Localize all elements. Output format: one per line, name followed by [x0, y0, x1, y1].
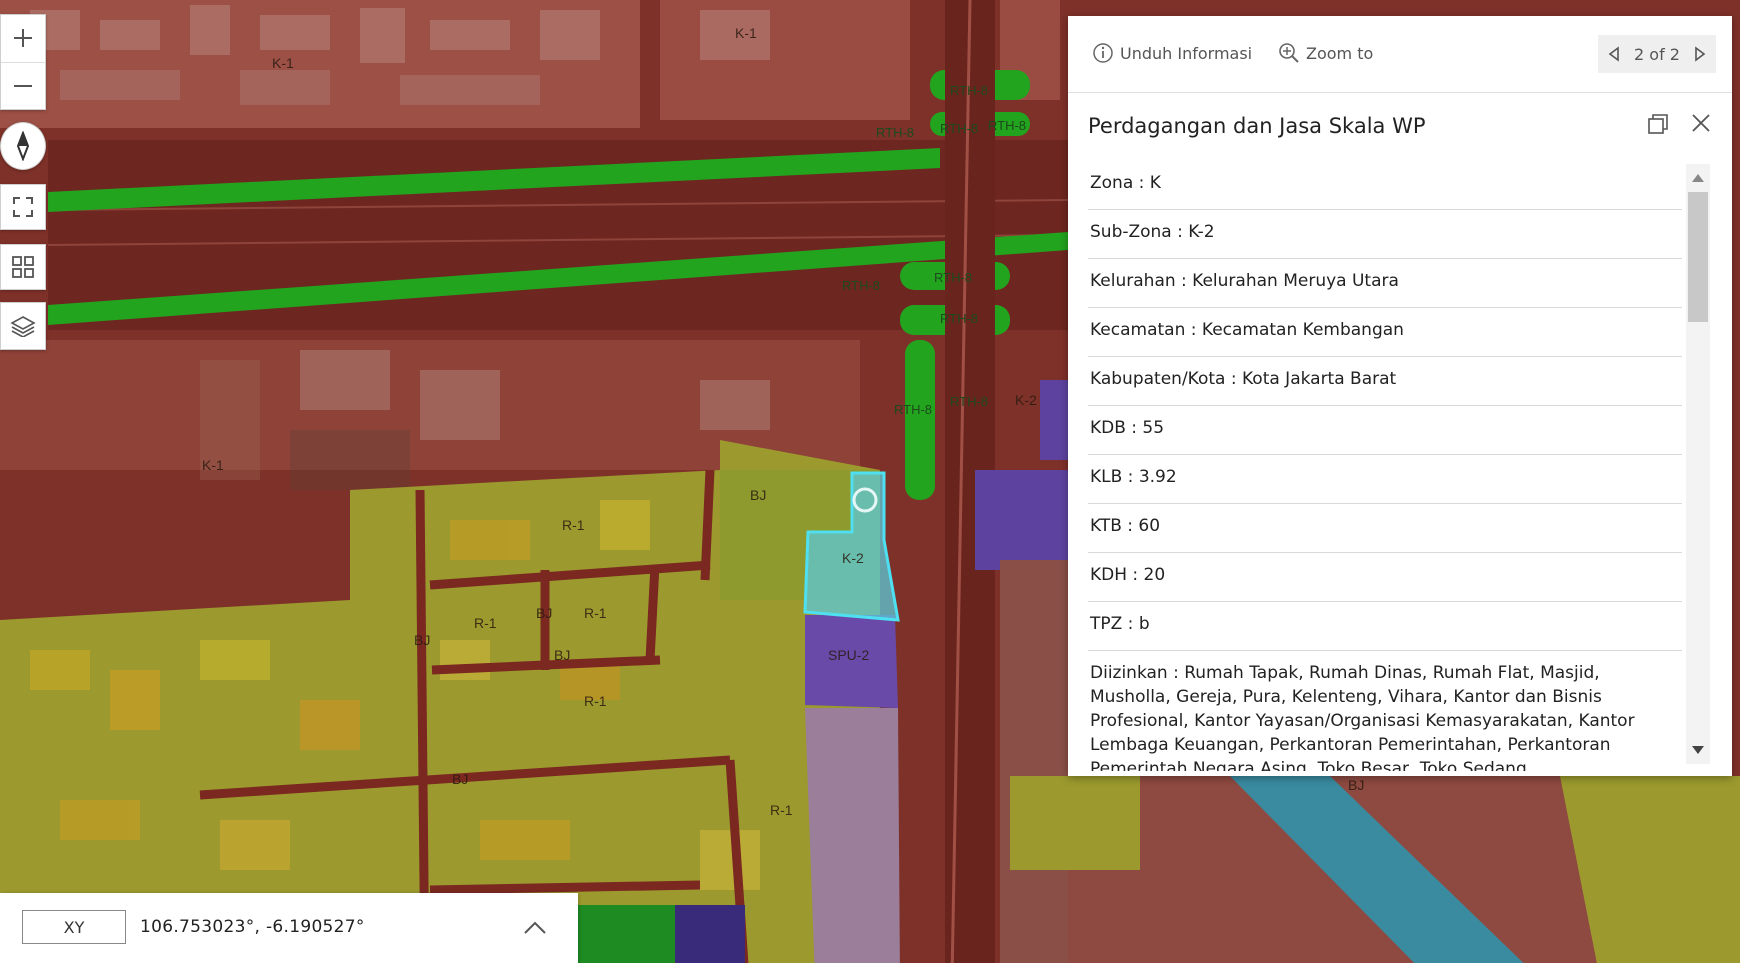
zone-label: K-1: [735, 25, 757, 41]
zone-label: K-1: [202, 457, 224, 473]
layers-icon[interactable]: [0, 302, 46, 350]
zone-label: K-2: [842, 550, 864, 566]
scroll-down-icon[interactable]: [1692, 746, 1704, 754]
zone-label: BJ: [554, 647, 570, 663]
zone-public-east: [975, 470, 1070, 570]
coordinate-readout: 106.753023°, -6.190527°: [140, 917, 365, 937]
scroll-up-icon[interactable]: [1692, 174, 1704, 182]
attribute-row: KDH : 20: [1088, 553, 1682, 602]
zone-label: K-2: [1015, 392, 1037, 408]
zoom-to-button[interactable]: Zoom to: [1278, 42, 1373, 64]
attribute-row: Zona : K: [1088, 161, 1682, 210]
zone-label: RTH-8: [950, 83, 988, 98]
download-info-button[interactable]: Unduh Informasi: [1092, 42, 1252, 64]
permitted-uses: Diizinkan : Rumah Tapak, Rumah Dinas, Ru…: [1090, 663, 1635, 771]
zone-label: R-1: [474, 615, 497, 631]
zone-label: R-1: [770, 802, 793, 818]
zone-lavender: [805, 708, 900, 979]
zone-label: R-1: [584, 693, 607, 709]
zone-label: K-1: [272, 55, 294, 71]
attribute-row: KLB : 3.92: [1088, 455, 1682, 504]
pager-text: 2 of 2: [1634, 44, 1680, 64]
zone-residential-mid: [1010, 776, 1140, 870]
rth-strip: [905, 340, 935, 500]
attribute-row: Kecamatan : Kecamatan Kembangan: [1088, 308, 1682, 357]
close-icon[interactable]: [1690, 112, 1712, 138]
zone-label: RTH-8: [876, 125, 914, 140]
dock-icon[interactable]: [1646, 112, 1670, 140]
zone-label: RTH-8: [940, 311, 978, 326]
public-block: [675, 905, 745, 965]
popup-title: Perdagangan dan Jasa Skala WP: [1088, 114, 1426, 138]
zone-commercial-east: [1000, 560, 1070, 979]
zone-public-east-small: [1040, 380, 1070, 460]
zone-label: RTH-8: [842, 278, 880, 293]
zoom-in-icon: [1279, 43, 1299, 63]
fullscreen-icon[interactable]: [0, 184, 46, 230]
coordinate-widget: XY 106.753023°, -6.190527°: [0, 893, 578, 963]
attribute-row: TPZ : b: [1088, 602, 1682, 651]
attribute-row: Kabupaten/Kota : Kota Jakarta Barat: [1088, 357, 1682, 406]
plus-icon[interactable]: [1, 15, 45, 63]
attribute-row: KDB : 55: [1088, 406, 1682, 455]
next-icon[interactable]: [1694, 46, 1706, 62]
zoom-to-label: Zoom to: [1306, 43, 1374, 63]
popup-scrollbar[interactable]: [1686, 164, 1710, 764]
compass-icon[interactable]: [0, 122, 46, 170]
zone-label: RTH-8: [940, 121, 978, 136]
zone-label: BJ: [536, 605, 552, 621]
zone-k1-northeast: [660, 0, 910, 120]
download-info-label: Unduh Informasi: [1120, 43, 1253, 63]
attribute-list: Zona : K Sub-Zona : K-2 Kelurahan : Kelu…: [1088, 161, 1682, 771]
zone-label: R-1: [562, 517, 585, 533]
zone-label: BJ: [414, 632, 430, 648]
feature-popup: Unduh Informasi Zoom to 2 of 2 Perdagang…: [1068, 16, 1732, 776]
zone-label: RTH-8: [988, 118, 1026, 133]
zone-label: RTH-8: [934, 270, 972, 285]
zone-label: SPU-2: [828, 647, 869, 663]
basemap-gallery-icon[interactable]: [0, 244, 46, 290]
zoom-controls: [0, 14, 46, 110]
coordinate-mode-button[interactable]: XY: [22, 910, 126, 944]
attribute-row: Kelurahan : Kelurahan Meruya Utara: [1088, 259, 1682, 308]
zone-label: BJ: [452, 771, 468, 787]
popup-toolbar: Unduh Informasi Zoom to 2 of 2: [1068, 16, 1732, 93]
previous-icon[interactable]: [1608, 46, 1620, 62]
chevron-up-icon[interactable]: [522, 915, 548, 943]
zone-label: R-1: [584, 605, 607, 621]
zone-label: RTH-8: [894, 402, 932, 417]
info-icon: [1093, 43, 1113, 63]
scroll-thumb[interactable]: [1688, 192, 1708, 322]
zone-label: BJ: [1348, 777, 1364, 793]
bottom-strip: [0, 963, 1740, 979]
attribute-row: KTB : 60: [1088, 504, 1682, 553]
feature-pager: 2 of 2: [1598, 35, 1716, 73]
zone-label: BJ: [750, 487, 766, 503]
attribute-row: Sub-Zona : K-2: [1088, 210, 1682, 259]
zone-label: RTH-8: [950, 394, 988, 409]
minus-icon[interactable]: [1, 63, 45, 110]
